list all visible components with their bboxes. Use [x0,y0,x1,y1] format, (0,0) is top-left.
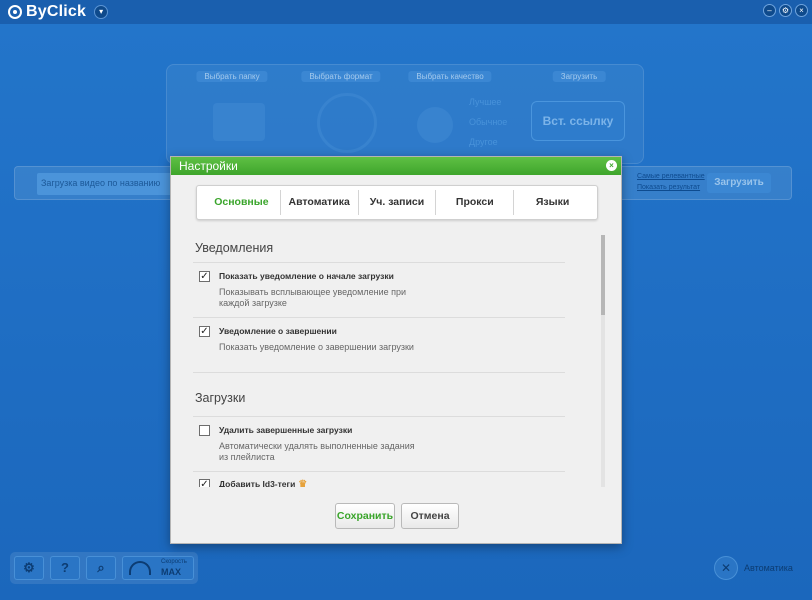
tab-proxy[interactable]: Прокси [435,190,513,215]
tab-general[interactable]: Основные [203,190,280,215]
chevron-down-icon[interactable]: ▾ [94,5,109,19]
premium-crown-icon: ♛ [298,479,308,487]
checkbox-notify-finish[interactable]: ✓ [199,326,210,337]
divider [193,372,565,373]
tab-accounts[interactable]: Уч. записи [357,190,436,215]
settings-content[interactable]: Уведомления ✓ Показать уведомление о нач… [193,233,585,487]
option-title: Показать уведомление о начале загрузки [219,271,394,281]
option-description: Показывать всплывающее уведомление при к… [219,287,407,308]
tab-automation[interactable]: Автоматика [279,190,358,215]
settings-tabs: Основные Автоматика Уч. записи Прокси Яз… [196,185,598,220]
close-icon[interactable]: × [795,4,808,17]
byclick-logo-icon [8,5,22,19]
app-logo: ByClick ▾ [8,3,109,21]
cancel-button[interactable]: Отмена [401,503,459,529]
checkbox-notify-start[interactable]: ✓ [199,271,210,282]
checkbox-delete-finished[interactable] [199,425,210,436]
divider [193,416,565,417]
save-button[interactable]: Сохранить [335,503,395,529]
minimize-icon[interactable]: – [763,4,776,17]
checkbox-id3-tags[interactable]: ✓ [199,479,210,487]
divider [193,262,565,263]
app-name: ByClick [26,3,87,20]
scrollbar[interactable] [601,235,605,487]
option-title: Уведомление о завершении [219,326,337,336]
section-title: Загрузки [195,391,246,405]
option-title: Удалить завершенные загрузки [219,425,353,435]
section-title: Уведомления [195,241,274,255]
settings-icon[interactable]: ⚙ [779,4,792,17]
option-title: Добавить Id3-теги [219,479,296,487]
close-icon[interactable]: × [606,160,617,171]
dialog-title: Настройки [171,157,621,175]
divider [193,471,565,472]
option-description: Показать уведомление о завершении загруз… [219,342,414,352]
option-description: Автоматически удалять выполненные задани… [219,441,415,462]
option-title-row: Добавить Id3-теги ♛ [219,479,307,487]
settings-dialog: Настройки × Основные Автоматика Уч. запи… [170,156,622,544]
divider [193,317,565,318]
tab-languages[interactable]: Языки [513,190,591,215]
title-bar: ByClick ▾ – ⚙ × [0,0,812,24]
scrollbar-thumb[interactable] [601,235,605,315]
